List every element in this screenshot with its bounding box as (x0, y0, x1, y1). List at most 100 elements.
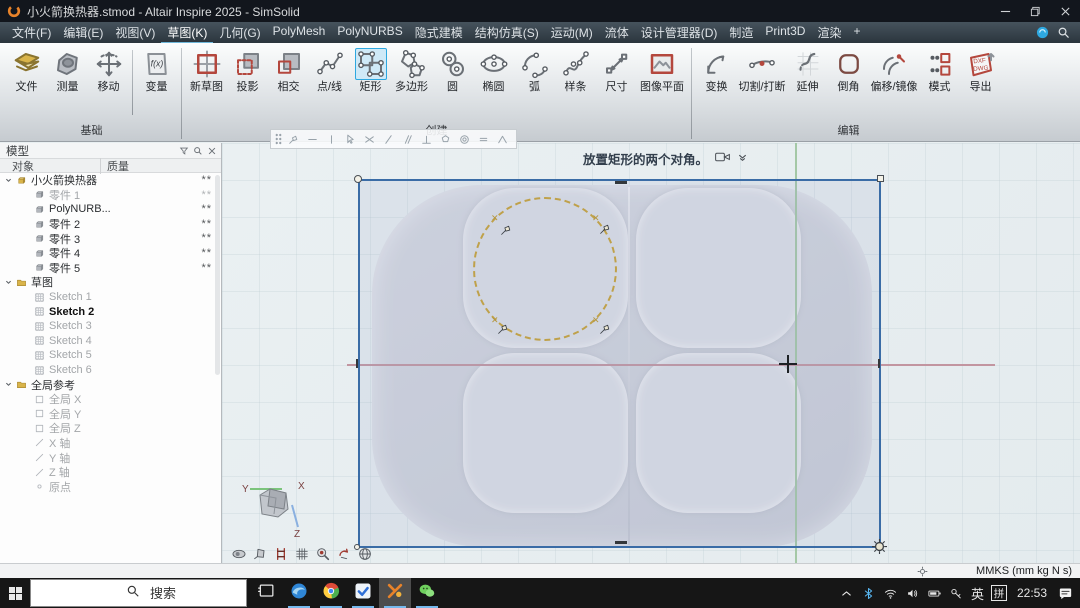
ribbon-tool-measure[interactable]: 测量 (47, 44, 88, 93)
globe-icon[interactable] (356, 546, 374, 562)
perpendicular-icon[interactable] (419, 133, 434, 146)
ribbon-tool-spline[interactable]: 样条 (555, 44, 596, 93)
tree-row[interactable]: 全局 X (0, 392, 221, 407)
ribbon-tool-rectangle[interactable]: 矩形 (350, 44, 391, 93)
community-icon[interactable] (1036, 26, 1049, 39)
key-icon[interactable] (949, 586, 964, 601)
tree-row[interactable]: 零件 1 ** (0, 188, 221, 203)
filter-icon[interactable] (179, 146, 189, 156)
menu-item[interactable]: 流体 (599, 22, 635, 44)
menu-item[interactable]: 隐式建模 (409, 22, 469, 44)
drag-handle[interactable] (275, 133, 282, 145)
volume-icon[interactable] (905, 586, 920, 601)
close-icon[interactable] (207, 146, 217, 156)
tree-row[interactable]: 草图 (0, 275, 221, 290)
close-button[interactable] (1050, 0, 1080, 22)
wifi-icon[interactable] (883, 586, 898, 601)
menu-item[interactable]: 草图(K) (161, 22, 214, 44)
rotate-icon[interactable] (335, 546, 353, 562)
tree-row[interactable]: 全局参考 (0, 377, 221, 392)
parallel-icon[interactable] (400, 133, 415, 146)
ribbon-tool-move[interactable]: 移动 (88, 44, 129, 93)
menu-item[interactable]: 文件(F) (6, 22, 57, 44)
bluetooth-icon[interactable] (861, 586, 876, 601)
start-button[interactable] (0, 578, 30, 608)
menu-item[interactable]: Print3D (759, 22, 811, 44)
menu-item[interactable]: 编辑(E) (57, 22, 109, 44)
tree-row[interactable]: 小火箭换热器 ** (0, 173, 221, 188)
tree-row[interactable]: Sketch 5 (0, 348, 221, 363)
tree-row[interactable]: Y 轴 (0, 450, 221, 465)
ribbon-tool-transform[interactable]: 变换 (696, 44, 737, 93)
tree-row[interactable]: 零件 3 ** (0, 231, 221, 246)
tree-row[interactable]: 全局 Z (0, 421, 221, 436)
sketch-constraint-toolbar[interactable] (270, 129, 517, 149)
search-input[interactable] (148, 584, 228, 602)
grid-icon[interactable] (293, 546, 311, 562)
taskbar-app-edge[interactable] (283, 578, 315, 608)
orientation-triad[interactable]: Y X Z (236, 477, 312, 546)
minimize-button[interactable] (990, 0, 1020, 22)
vertex-marker[interactable] (354, 175, 362, 183)
tree-row[interactable]: 零件 2 ** (0, 217, 221, 232)
ribbon-tool-export[interactable]: DXF DWG 导出 (960, 44, 1001, 93)
taskbar-app-check-app[interactable] (347, 578, 379, 608)
tray-expand-icon[interactable] (839, 586, 854, 601)
fit-view-icon[interactable] (251, 546, 269, 562)
camera-icon[interactable] (715, 150, 730, 168)
search-icon[interactable] (193, 146, 203, 156)
tree-row[interactable]: Sketch 1 (0, 290, 221, 305)
taskbar-app-task-view[interactable] (251, 578, 283, 608)
symmetric-icon[interactable] (495, 133, 510, 146)
ribbon-tool-image-plane[interactable]: 图像平面 (637, 44, 687, 93)
ime-mode-badge[interactable]: 拼 (990, 585, 1007, 601)
menu-item[interactable]: 结构仿真(S) (469, 22, 545, 44)
panel-scrollbar[interactable] (215, 175, 220, 375)
polygon-constraint-icon[interactable] (438, 133, 453, 146)
ribbon-tool-variables[interactable]: f(x) 变量 (136, 44, 177, 93)
ime-language[interactable]: 英 (971, 584, 984, 603)
taskbar-app-inspire[interactable] (379, 578, 411, 608)
constraint-pin-icon[interactable] (599, 222, 612, 240)
search-icon[interactable] (1057, 26, 1070, 39)
menu-item[interactable]: 渲染 (811, 22, 847, 44)
taskbar-search[interactable] (30, 579, 247, 607)
pin-icon[interactable] (286, 133, 301, 146)
tree-row[interactable]: Sketch 4 (0, 334, 221, 349)
ribbon-tool-circle[interactable]: 圆 (432, 44, 473, 93)
chevron-down-icon[interactable] (737, 150, 748, 168)
units-label[interactable]: MMKS (mm kg N s) (976, 565, 1072, 577)
tree-row[interactable]: X 轴 (0, 436, 221, 451)
ribbon-tool-extend[interactable]: 延伸 (787, 44, 828, 93)
expander-icon[interactable] (2, 380, 14, 389)
cursor-icon[interactable] (343, 133, 358, 146)
constraint-pin-icon[interactable] (500, 223, 513, 241)
tree-row[interactable]: Sketch 6 (0, 363, 221, 378)
ribbon-tool-arc[interactable]: 弧 (514, 44, 555, 93)
ribbon-tool-intersect[interactable]: 相交 (268, 44, 309, 93)
tree-row[interactable]: 原点 (0, 479, 221, 494)
vertex-marker[interactable] (877, 175, 884, 182)
section-icon[interactable] (272, 546, 290, 562)
battery-icon[interactable] (927, 586, 942, 601)
horizontal-icon[interactable] (305, 133, 320, 146)
slash-icon[interactable] (381, 133, 396, 146)
maximize-button[interactable] (1020, 0, 1050, 22)
taskbar-app-wechat[interactable] (411, 578, 443, 608)
sketch-rectangle[interactable] (358, 179, 881, 548)
tree-row[interactable]: PolyNURB... ** (0, 202, 221, 217)
column-mass[interactable]: 质量 (100, 157, 221, 174)
menu-item[interactable]: + (847, 22, 866, 44)
equal-icon[interactable] (476, 133, 491, 146)
modeling-canvas[interactable]: ✕ ✕ ✕ ✕ 放置矩形的两个对角。 Y X Z (222, 143, 1080, 563)
menu-item[interactable]: 几何(G) (213, 22, 266, 44)
tree-row[interactable]: Sketch 3 (0, 319, 221, 334)
tree-row[interactable]: 全局 Y (0, 407, 221, 422)
menu-item[interactable]: PolyMesh (267, 22, 332, 44)
menu-item[interactable]: 运动(M) (545, 22, 599, 44)
tree-row[interactable]: Z 轴 (0, 465, 221, 480)
clock[interactable]: 22:53 (1017, 586, 1047, 600)
concentric-icon[interactable] (457, 133, 472, 146)
ribbon-tool-offset-mirror[interactable]: 偏移/镜像 (869, 44, 919, 93)
constraint-pin-icon[interactable] (497, 322, 510, 340)
